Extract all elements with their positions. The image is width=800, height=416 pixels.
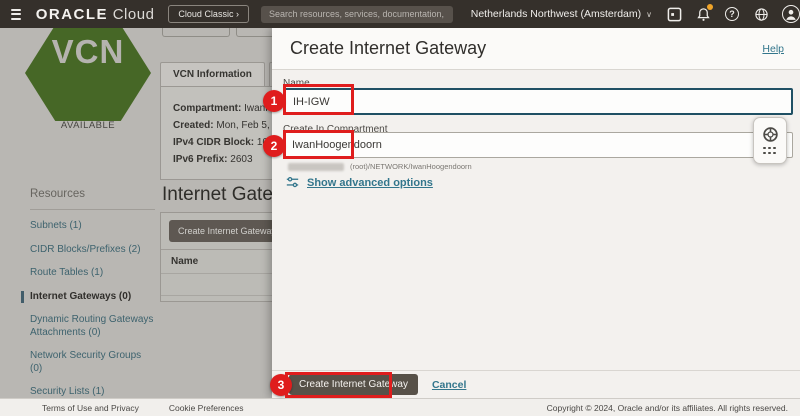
annotation-box-2	[283, 130, 354, 159]
show-advanced-options-link[interactable]: Show advanced options	[307, 177, 433, 189]
topbar-icons: ?	[666, 5, 800, 23]
floating-helper-widget[interactable]	[753, 117, 787, 164]
cloud-classic-button[interactable]: Cloud Classic ›	[168, 5, 249, 23]
annotation-step-1: 1	[263, 90, 285, 112]
search-input[interactable]	[261, 6, 453, 23]
region-selector[interactable]: Netherlands Northwest (Amsterdam)∨	[471, 8, 652, 20]
life-ring-icon	[762, 126, 779, 143]
redacted-tenancy-name	[288, 163, 344, 171]
cloud-shell-icon[interactable]	[666, 6, 682, 22]
sliders-icon	[286, 176, 299, 189]
name-input[interactable]	[283, 88, 793, 115]
chevron-down-icon: ∨	[646, 10, 652, 19]
page-footer: Terms of Use and Privacy Cookie Preferen…	[0, 398, 800, 416]
menu-icon[interactable]	[11, 9, 21, 20]
compartment-path-hint: (root)/NETWORK/IwanHoogendoorn	[350, 162, 472, 171]
advanced-options-row[interactable]: Show advanced options	[286, 176, 433, 189]
annotation-step-2: 2	[263, 135, 285, 157]
oracle-cloud-logo[interactable]: ORACLE Cloud	[36, 6, 155, 23]
compartment-select[interactable]: IwanHoogendoorn	[283, 132, 793, 158]
notifications-icon[interactable]	[695, 6, 711, 22]
notification-badge	[707, 4, 713, 10]
cancel-link[interactable]: Cancel	[432, 379, 466, 391]
language-globe-icon[interactable]	[753, 6, 769, 22]
dialog-title: Create Internet Gateway	[290, 38, 762, 59]
oracle-cloud-console: VCN AVAILABLE VCN Information Tags Compa…	[0, 0, 800, 416]
dialog-header: Create Internet Gateway Help	[272, 28, 800, 70]
dots-grid-icon	[763, 147, 777, 156]
top-navigation-bar: ORACLE Cloud Cloud Classic › Netherlands…	[0, 0, 800, 28]
annotation-box-3	[285, 372, 392, 398]
terms-link[interactable]: Terms of Use and Privacy	[42, 403, 139, 413]
cookie-preferences-link[interactable]: Cookie Preferences	[169, 403, 244, 413]
user-profile-icon[interactable]	[782, 5, 800, 23]
help-link[interactable]: Help	[762, 43, 784, 55]
help-icon[interactable]: ?	[724, 6, 740, 22]
annotation-box-1	[283, 84, 354, 115]
copyright-text: Copyright © 2024, Oracle and/or its affi…	[547, 403, 788, 413]
